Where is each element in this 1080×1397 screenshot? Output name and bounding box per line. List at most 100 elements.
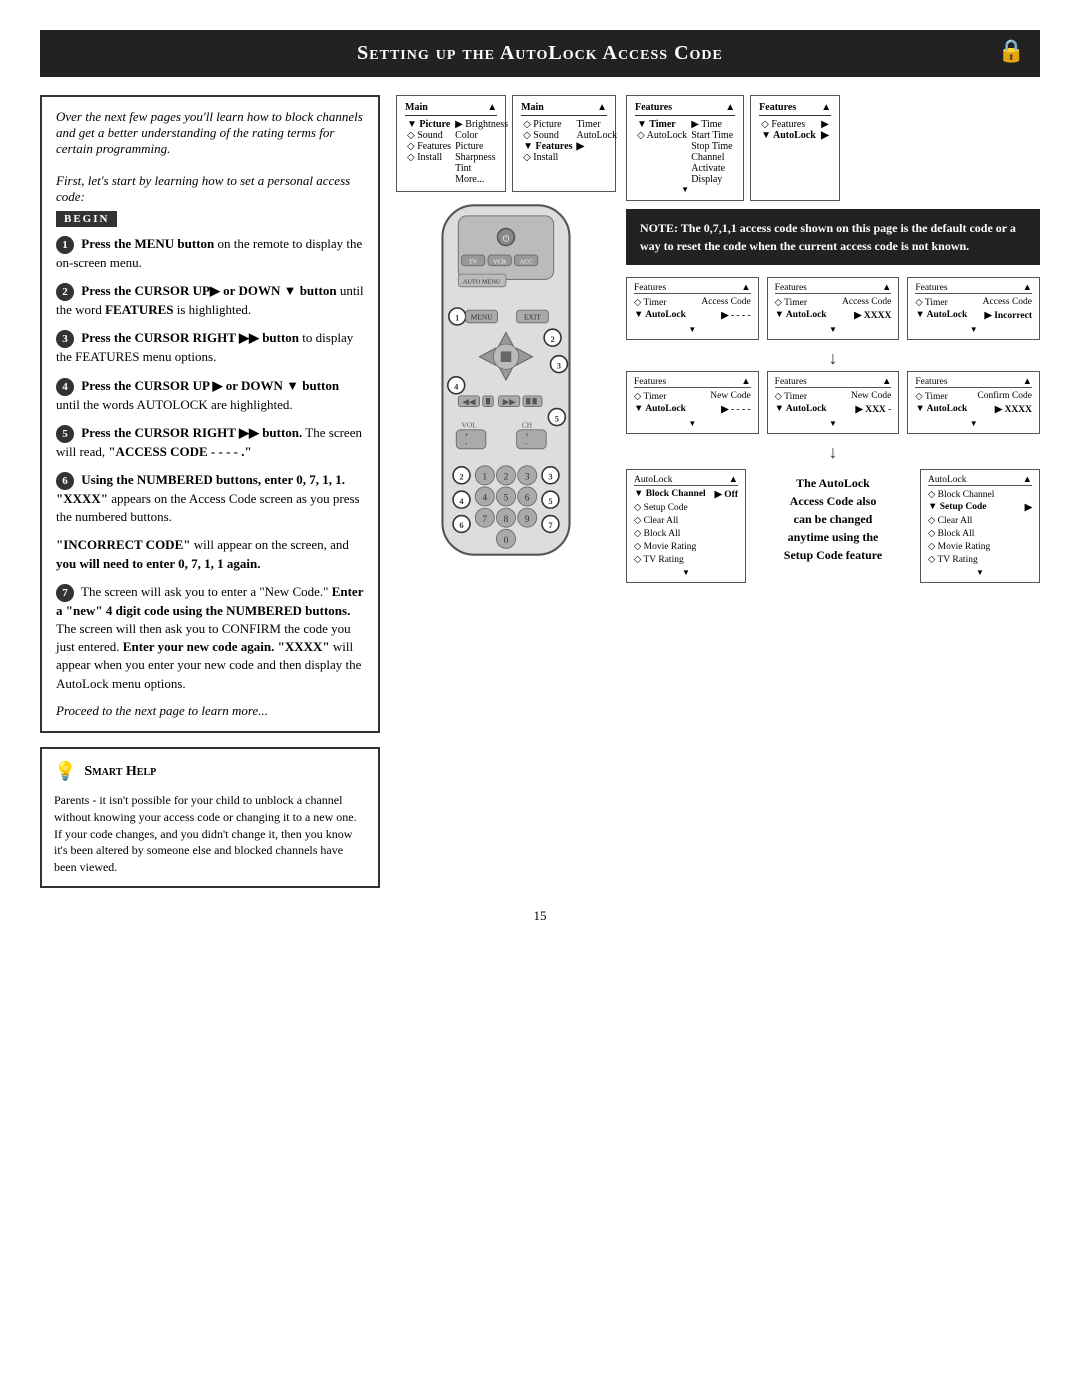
ali-text4: anytime using the (788, 530, 879, 544)
ms1-r6v: More... (453, 174, 510, 185)
als1-r6l: ◇ TV Rating (634, 554, 684, 565)
als1-r4: ◇ Block All (634, 527, 738, 540)
intro-paragraph1: Over the next few pages you'll learn how… (56, 109, 363, 156)
step-7-circle: 7 (56, 584, 74, 602)
smart-help-text: Parents - it isn't possible for your chi… (54, 793, 357, 874)
nc1-h-up: ▲ (741, 377, 750, 387)
remote-svg: ⏻ TV VCR ACC AUTO MENU (411, 200, 601, 560)
ac3-r1r: Access Code (983, 297, 1032, 308)
svg-text:⏻: ⏻ (503, 233, 510, 243)
ms1-r2v: Color (453, 130, 510, 141)
als1-r2: ◇ Setup Code (634, 501, 738, 514)
page-header: Setting up the AutoLock Access Code 🔒 (40, 30, 1040, 77)
svg-text:EXIT: EXIT (524, 313, 541, 322)
als1-r5l: ◇ Movie Rating (634, 541, 696, 552)
step-7-text: The screen will ask you to enter a "New … (56, 584, 363, 691)
svg-text:0: 0 (504, 536, 509, 546)
nc1-r2: ▼ AutoLock ▶ - - - - (634, 403, 751, 416)
svg-text:VOL: VOL (462, 421, 478, 430)
ac2-header: Features ▲ (775, 283, 892, 294)
nc2-r2r: ▶ XXX - (856, 404, 892, 415)
nc3-h1: Features (915, 377, 947, 387)
ac2-h1: Features (775, 283, 807, 293)
step-6: 6 Using the NUMBERED buttons, enter 0, 7… (56, 471, 364, 526)
ms2-r1: ◇ Picture (521, 119, 574, 130)
als2-down: ▼ (928, 566, 1032, 577)
svg-text:▶▶: ▶▶ (503, 396, 517, 406)
ac1-down: ▼ (634, 322, 751, 334)
nc2-r2l: ▼ AutoLock (775, 404, 827, 415)
nc3-down: ▼ (915, 416, 1032, 428)
nc3-r2: ▼ AutoLock ▶ XXXX (915, 403, 1032, 416)
nc1-down: ▼ (634, 416, 751, 428)
ac3-r1: ◇ Timer Access Code (915, 296, 1032, 309)
svg-text:6: 6 (525, 494, 530, 504)
svg-text:2: 2 (459, 472, 463, 482)
ali-text5: Setup Code feature (784, 548, 882, 562)
ms1-r1: ▼ Picture (405, 119, 453, 130)
new-screen-1: Features ▲ ◇ Timer New Code ▼ AutoLock ▶… (626, 371, 759, 434)
access-screen-2: Features ▲ ◇ Timer Access Code ▼ AutoLoc… (767, 277, 900, 340)
ac1-header: Features ▲ (634, 283, 751, 294)
fs1-r5v: Activate (689, 163, 735, 174)
ac3-r2: ▼ AutoLock ▶ Incorrect (915, 309, 1032, 322)
autolock-screen-2: AutoLock ▲ ◇ Block Channel ▼ Setup Code▶… (920, 469, 1040, 583)
als1-r3: ◇ Clear All (634, 514, 738, 527)
new-screen-3: Features ▲ ◇ Timer Confirm Code ▼ AutoLo… (907, 371, 1040, 434)
als2-r1: ◇ Block Channel (928, 488, 1032, 501)
nc2-h-up: ▲ (882, 377, 891, 387)
svg-text:1: 1 (482, 473, 487, 483)
nc1-r1: ◇ Timer New Code (634, 390, 751, 403)
access-screen-3: Features ▲ ◇ Timer Access Code ▼ AutoLoc… (907, 277, 1040, 340)
ms2-r1v: Timer (575, 119, 620, 130)
step-2-text: Press the CURSOR UP▶ or DOWN ▼ button un… (56, 283, 364, 317)
svg-text:CH: CH (522, 421, 533, 430)
step-1: 1 Press the MENU button on the remote to… (56, 235, 364, 272)
nc2-r2: ▼ AutoLock ▶ XXX - (775, 403, 892, 416)
ms2-r2v: AutoLock (575, 130, 620, 141)
features-screen-1: Features ▲ ▼ Timer▶ Time ◇ AutoLockStart… (626, 95, 744, 201)
fs2-r1v: ▶ (819, 119, 831, 130)
ali-text1: The AutoLock (796, 476, 870, 490)
step-5-circle: 5 (56, 425, 74, 443)
svg-text:AUTO MENU: AUTO MENU (463, 279, 501, 286)
ac1-r2: ▼ AutoLock ▶ - - - - (634, 309, 751, 322)
als2-r2l: ▼ Setup Code (928, 502, 987, 513)
menu-screen-2: Main ▲ ◇ PictureTimer ◇ SoundAutoLock ▼ … (512, 95, 616, 192)
step-6-circle: 6 (56, 472, 74, 490)
als1-r6: ◇ TV Rating (634, 553, 738, 566)
ac1-h1: Features (634, 283, 666, 293)
nc3-r1l: ◇ Timer (915, 391, 947, 402)
fs1-r3v: Stop Time (689, 141, 735, 152)
als1-r2l: ◇ Setup Code (634, 502, 688, 513)
svg-text:7: 7 (482, 515, 487, 525)
step-5: 5 Press the CURSOR RIGHT ▶▶ button. The … (56, 424, 364, 461)
fs1-r2v: Start Time (689, 130, 735, 141)
remote-area: ⏻ TV VCR ACC AUTO MENU (396, 200, 616, 560)
ms1-r1v: ▶ Brightness (453, 119, 510, 130)
autolock-screen-1: AutoLock ▲ ▼ Block Channel▶ Off ◇ Setup … (626, 469, 746, 583)
ac1-r1r: Access Code (701, 297, 750, 308)
fs2-r1: ◇ Features (759, 119, 819, 130)
ac3-header: Features ▲ (915, 283, 1032, 294)
als2-r2r: ▶ (1025, 502, 1032, 513)
step-3-text: Press the CURSOR RIGHT ▶▶ button to disp… (56, 330, 353, 364)
als1-r1: ▼ Block Channel▶ Off (634, 488, 738, 501)
step-4-text: Press the CURSOR UP ▶ or DOWN ▼ button u… (56, 378, 339, 412)
ac2-r1r: Access Code (842, 297, 891, 308)
nc3-header: Features ▲ (915, 377, 1032, 388)
step-1-text: Press the MENU button on the remote to d… (56, 236, 362, 270)
left-column: Over the next few pages you'll learn how… (40, 95, 380, 888)
step-4-circle: 4 (56, 378, 74, 396)
new-screen-2: Features ▲ ◇ Timer New Code ▼ AutoLock ▶… (767, 371, 900, 434)
ac1-r2l: ▼ AutoLock (634, 310, 686, 321)
lock-icon: 🔒 (998, 38, 1026, 64)
als2-r1l: ◇ Block Channel (928, 489, 994, 500)
arrow-connector-1: ↓ (626, 348, 1040, 369)
nc3-r1r: Confirm Code (977, 391, 1032, 402)
page-number: 15 (40, 908, 1040, 924)
svg-text:4: 4 (482, 494, 487, 504)
ac2-r1: ◇ Timer Access Code (775, 296, 892, 309)
svg-text:2: 2 (504, 473, 509, 483)
ac1-h-up: ▲ (741, 283, 750, 293)
